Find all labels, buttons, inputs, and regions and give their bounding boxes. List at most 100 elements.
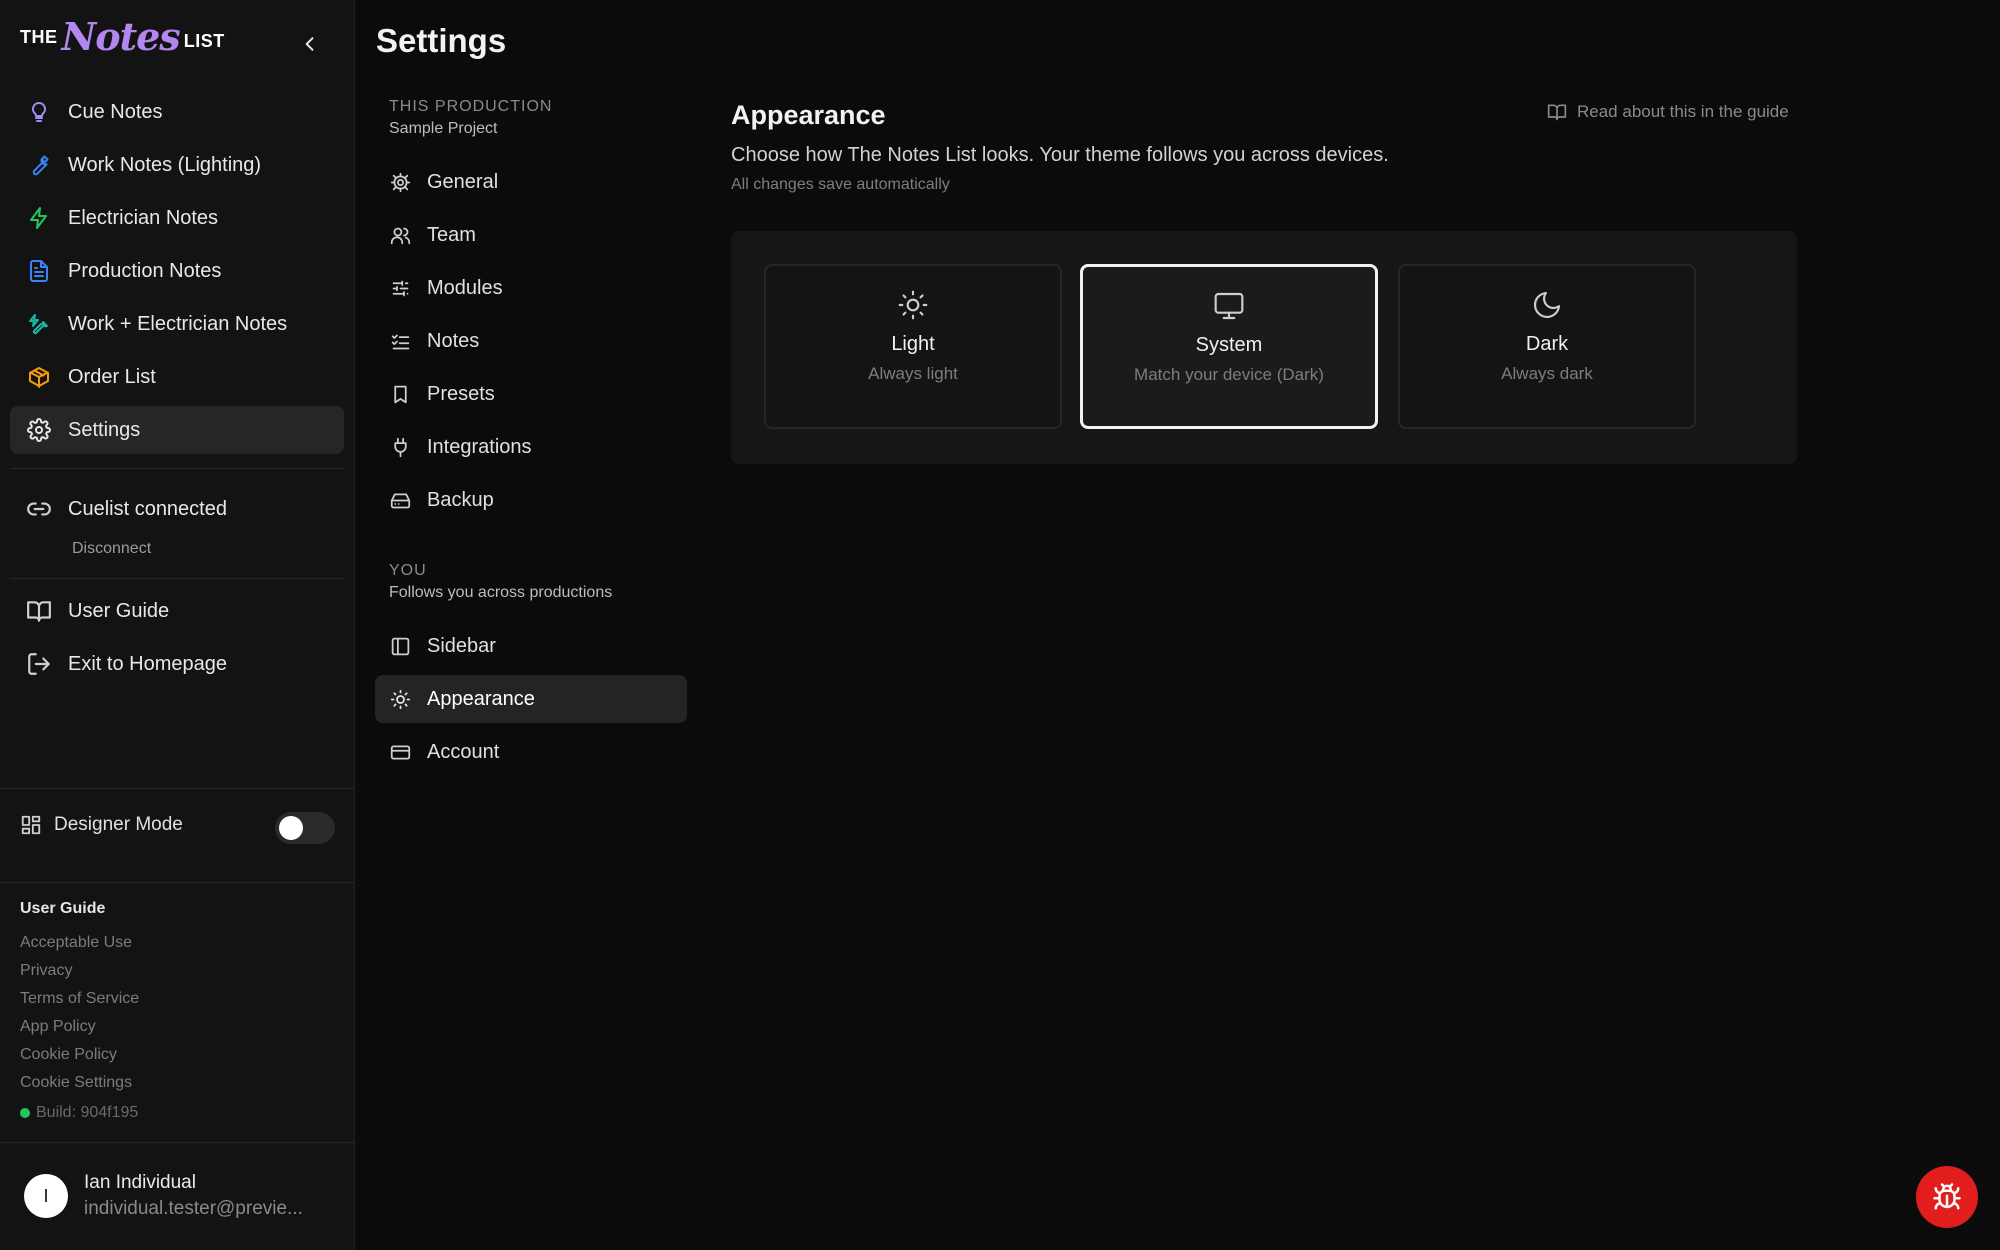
theme-name: System [1195,334,1263,356]
settings-tab-modules[interactable]: Modules [375,264,687,312]
settings-tab-label: General [427,170,499,193]
settings-tab-label: Modules [427,276,503,299]
monitor-icon [1213,289,1245,323]
divider [10,468,344,469]
nav-label: Electrician Notes [68,206,219,229]
wrench-bolt-icon [26,311,52,337]
user-guide-label: User Guide [68,599,170,622]
settings-tab-backup[interactable]: Backup [375,476,687,524]
settings-tab-presets[interactable]: Presets [375,370,687,418]
settings-tab-label: Account [427,740,500,763]
wrench-icon [26,152,52,178]
bookmark-icon [389,383,411,405]
document-icon [26,258,52,284]
page-title: Settings [376,22,507,59]
designer-mode-toggle[interactable] [275,812,335,844]
theme-option-light[interactable]: Light Always light [764,264,1062,429]
theme-description: Always dark [1501,364,1593,383]
section-title: Appearance [731,100,886,130]
nav-label: Order List [68,365,156,388]
lightning-bolt-icon [26,205,52,231]
designer-mode-label: Designer Mode [54,814,183,835]
gear-icon [26,417,52,443]
user-profile[interactable]: I Ian Individual individual.tester@previ… [24,1172,303,1220]
guide-link[interactable]: Read about this in the guide [1547,102,1789,122]
settings-tab-notes[interactable]: Notes [375,317,687,365]
footer-links: Acceptable Use Privacy Terms of Service … [20,932,139,1100]
nav-label: Settings [68,418,141,441]
settings-tab-integrations[interactable]: Integrations [375,423,687,471]
settings-nav: THIS PRODUCTION Sample Project General T… [375,98,687,776]
divider [0,882,355,883]
sun-icon [897,288,929,322]
settings-tab-label: Appearance [427,687,535,710]
user-guide-link[interactable]: User Guide [26,598,169,624]
nav-label: Work + Electrician Notes [68,312,288,335]
package-icon [26,364,52,390]
user-email: individual.tester@previe... [84,1198,303,1219]
nav-item-cue-notes[interactable]: Cue Notes [10,88,344,136]
settings-tab-general[interactable]: General [375,158,687,206]
build-label: Build: 904f195 [36,1104,139,1121]
sun-icon [389,688,411,710]
exit-homepage-label: Exit to Homepage [68,652,227,675]
lightbulb-icon [26,99,52,125]
theme-option-system[interactable]: System Match your device (Dark) [1080,264,1378,429]
footer-heading: User Guide [20,900,106,917]
theme-description: Always light [868,364,958,383]
log-out-icon [26,651,52,677]
theme-options: Light Always light System Match your dev… [731,231,1797,464]
nav-label: Cue Notes [68,100,163,123]
theme-description: Match your device (Dark) [1134,365,1324,384]
production-name: Sample Project [389,120,498,137]
settings-tab-team[interactable]: Team [375,211,687,259]
footer-link-privacy[interactable]: Privacy [20,960,139,988]
cuelist-status: Cuelist connected [26,496,227,522]
divider [0,1142,355,1143]
nav-item-order-list[interactable]: Order List [10,353,344,401]
footer-link-app-policy[interactable]: App Policy [20,1016,139,1044]
theme-name: Dark [1525,333,1569,355]
bug-icon [1933,1183,1961,1210]
disconnect-button[interactable]: Disconnect [72,540,151,558]
nav-item-work-electrician-notes[interactable]: Work + Electrician Notes [10,300,344,348]
settings-tab-label: Sidebar [427,634,496,657]
section-description: Choose how The Notes List looks. Your th… [731,144,1389,166]
footer-link-acceptable-use[interactable]: Acceptable Use [20,932,139,960]
cuelist-status-text: Cuelist connected [68,497,227,520]
hard-drive-icon [389,489,411,511]
nav-item-work-notes[interactable]: Work Notes (Lighting) [10,141,344,189]
designer-mode-row: Designer Mode [20,814,183,836]
logo-list: LIST [183,30,225,51]
settings-tab-sidebar[interactable]: Sidebar [375,622,687,670]
footer-link-terms[interactable]: Terms of Service [20,988,139,1016]
collapse-sidebar-button[interactable] [296,30,324,58]
settings-tab-label: Notes [427,329,480,352]
sliders-icon [389,277,411,299]
exit-homepage-link[interactable]: Exit to Homepage [26,651,227,677]
settings-tab-account[interactable]: Account [375,728,687,776]
guide-link-label: Read about this in the guide [1577,102,1789,121]
app-sidebar: THE Notes LIST Cue Notes Work Notes (Lig… [0,0,355,1250]
app-logo[interactable]: THE Notes LIST [20,18,225,56]
nav-item-settings[interactable]: Settings [10,406,344,454]
nav-label: Production Notes [68,259,222,282]
settings-tab-appearance[interactable]: Appearance [375,675,687,723]
theme-option-dark[interactable]: Dark Always dark [1398,264,1696,429]
nav-item-electrician-notes[interactable]: Electrician Notes [10,194,344,242]
checklist-icon [389,330,411,352]
nav-item-production-notes[interactable]: Production Notes [10,247,344,295]
chevron-left-icon [305,37,314,51]
status-dot [20,1108,30,1118]
moon-icon [1531,288,1563,322]
footer-link-cookie-policy[interactable]: Cookie Policy [20,1044,139,1072]
layout-grid-icon [20,814,42,836]
logo-notes: Notes [61,14,181,59]
book-open-icon [1547,102,1567,122]
avatar: I [24,1174,68,1218]
autosave-note: All changes save automatically [731,176,950,193]
link-icon [26,496,52,522]
settings-tab-label: Team [427,223,476,246]
report-bug-button[interactable] [1916,1166,1978,1228]
footer-link-cookie-settings[interactable]: Cookie Settings [20,1072,139,1100]
